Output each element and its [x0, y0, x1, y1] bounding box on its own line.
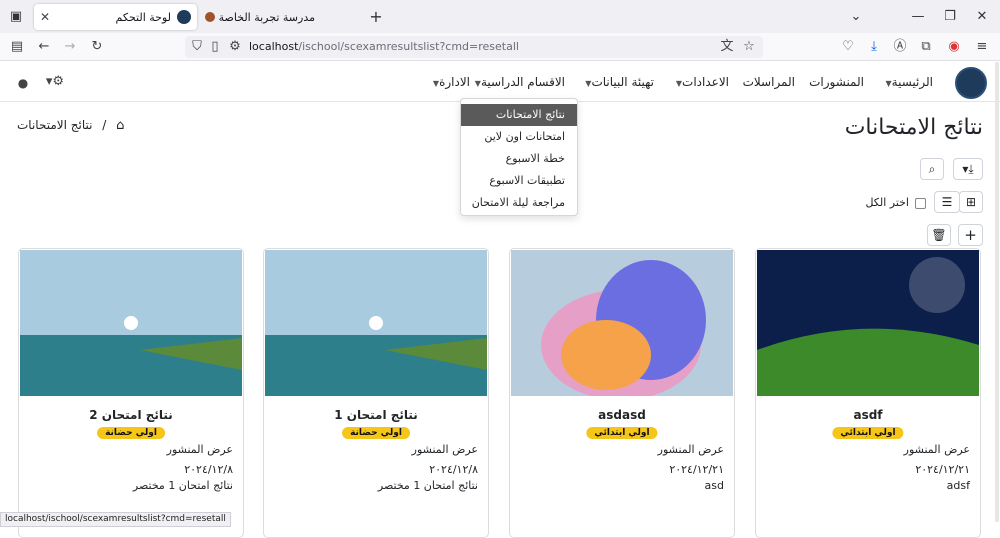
card-description: نتائج امتحان 1 مختصر: [132, 479, 233, 492]
menu-settings[interactable]: الاعدادات▼: [672, 75, 729, 89]
menu-data-setup[interactable]: تهيئة البيانات▼: [581, 75, 654, 89]
permissions-icon[interactable]: ⚙: [227, 39, 243, 55]
checkbox-icon[interactable]: [915, 197, 926, 209]
card-description: نتائج امتحان 1 مختصر: [377, 479, 478, 492]
tab-title: مدرسة تجربة الخاصة: [218, 10, 315, 24]
search-icon: ⌕: [928, 162, 936, 176]
search-button[interactable]: ⌕: [920, 158, 944, 180]
view-post-link[interactable]: عرض المنشور: [658, 443, 724, 456]
table-view-icon: ☰: [941, 195, 953, 209]
tab-title: لوحة التحكم: [115, 10, 171, 24]
close-tab-icon[interactable]: ✕: [40, 10, 50, 24]
home-icon[interactable]: ⌂: [116, 118, 124, 133]
card-title[interactable]: asdf: [756, 408, 980, 422]
minimize-icon[interactable]: —: [910, 9, 926, 25]
menu-posts[interactable]: المنشورات: [809, 75, 864, 89]
departments-dropdown: نتائج الامتحانات امتحانات اون لاين خطة ا…: [460, 98, 578, 216]
site-header: ● ▾⚙ الرئيسية▼ المنشورات المراسلات الاعد…: [0, 62, 1000, 102]
dropdown-item-week-apps[interactable]: تطبيقات الاسبوع: [461, 170, 577, 192]
breadcrumb: نتائج الامتحانات / ⌂: [17, 118, 125, 133]
plus-icon: +: [964, 226, 977, 244]
page-title: نتائج الامتحانات: [844, 115, 983, 140]
result-card[interactable]: نتائج امتحان 1 اولي حضانة عرض المنشور ٢٠…: [263, 248, 489, 538]
bookmark-star-icon[interactable]: ☆: [741, 39, 757, 55]
menu-administration[interactable]: الادارة▼: [429, 75, 470, 89]
add-button[interactable]: +: [958, 224, 983, 246]
delete-button[interactable]: 🗑: [927, 224, 951, 246]
site-favicon-icon: [177, 10, 191, 24]
menu-departments[interactable]: الاقسام الدراسية▼: [471, 75, 565, 89]
card-title[interactable]: asdasd: [510, 408, 734, 422]
account-icon[interactable]: Ⓐ: [892, 39, 908, 55]
landscape-image: [757, 250, 979, 396]
url-bar[interactable]: ⛉ ▯ ⚙ localhost/ischool/scexamresultslis…: [185, 36, 763, 58]
card-title[interactable]: نتائج امتحان 2: [19, 408, 243, 422]
view-post-link[interactable]: عرض المنشور: [167, 443, 233, 456]
breadcrumb-current: نتائج الامتحانات: [17, 118, 93, 132]
dropdown-item-exam-results[interactable]: نتائج الامتحانات: [461, 104, 577, 126]
card-title[interactable]: نتائج امتحان 1: [264, 408, 488, 422]
lake-image: [265, 250, 487, 396]
sidebar-icon[interactable]: ▤: [9, 39, 25, 55]
dropdown-item-week-plan[interactable]: خطة الاسبوع: [461, 148, 577, 170]
result-card[interactable]: asdf اولي ابتدائي عرض المنشور ٢٠٢٤/١٢/٢١…: [755, 248, 981, 538]
result-card[interactable]: نتائج امتحان 2 اولي حضانة عرض المنشور ٢٠…: [18, 248, 244, 538]
page-icon[interactable]: ▯: [207, 39, 223, 55]
grid-view-icon: ⊞: [965, 195, 977, 209]
browser-toolbar: ▤ ← → ↻ ⛉ ▯ ⚙ localhost/ischool/scexamre…: [0, 33, 1000, 61]
browser-tab-strip: ▣ ✕ لوحة التحكم مدرسة تجربة الخاصة + ⌄ —…: [0, 0, 1000, 33]
card-date: ٢٠٢٤/١٢/٨: [184, 463, 233, 476]
select-all-checkbox[interactable]: اختر الكل: [865, 196, 926, 209]
pocket-icon[interactable]: ♡: [840, 39, 856, 55]
tab-dashboard[interactable]: ✕ لوحة التحكم: [34, 4, 197, 30]
abstract-image: [511, 250, 733, 396]
grade-badge: اولي ابتدائي: [586, 427, 658, 439]
download-icon[interactable]: ⤓: [866, 39, 882, 55]
card-description: asd: [704, 479, 724, 492]
user-icon[interactable]: ●: [15, 75, 31, 91]
back-icon[interactable]: ←: [36, 39, 52, 55]
view-post-link[interactable]: عرض المنشور: [904, 443, 970, 456]
grade-badge: اولي حضانة: [97, 427, 165, 439]
tab-list-icon[interactable]: ▣: [8, 9, 24, 25]
card-description: adsf: [946, 479, 970, 492]
color-extension-icon[interactable]: ◉: [946, 39, 962, 55]
settings-gear-icon[interactable]: ▾⚙: [42, 74, 68, 90]
grade-badge: اولي ابتدائي: [832, 427, 904, 439]
menu-home[interactable]: الرئيسية▼: [882, 75, 934, 89]
site-favicon-icon: [205, 12, 215, 22]
list-view-button[interactable]: ☰: [934, 191, 960, 213]
forward-icon[interactable]: →: [62, 39, 78, 55]
status-bar: localhost/ischool/scexamresultslist?cmd=…: [0, 512, 231, 527]
result-card[interactable]: asdasd اولي ابتدائي عرض المنشور ٢٠٢٤/١٢/…: [509, 248, 735, 538]
chevron-down-icon[interactable]: ⌄: [848, 9, 864, 25]
select-all-label: اختر الكل: [865, 196, 909, 209]
site-logo[interactable]: [955, 67, 987, 99]
lake-image: [20, 250, 242, 396]
close-window-icon[interactable]: ✕: [974, 9, 990, 25]
translate-icon[interactable]: 文: [719, 39, 735, 55]
tab-school[interactable]: مدرسة تجربة الخاصة: [199, 4, 359, 30]
grade-badge: اولي حضانة: [342, 427, 410, 439]
menu-messages[interactable]: المراسلات: [743, 75, 795, 89]
dropdown-item-online-exams[interactable]: امتحانات اون لاين: [461, 126, 577, 148]
dropdown-item-exam-review[interactable]: مراجعة ليلة الامتحان: [461, 192, 577, 214]
restore-icon[interactable]: ❐: [942, 9, 958, 25]
extensions-icon[interactable]: ⧉: [918, 39, 934, 55]
card-date: ٢٠٢٤/١٢/٢١: [915, 463, 970, 476]
shield-icon[interactable]: ⛉: [189, 39, 205, 55]
reload-icon[interactable]: ↻: [89, 39, 105, 55]
view-post-link[interactable]: عرض المنشور: [412, 443, 478, 456]
download-icon: ▾⤓: [962, 162, 974, 176]
page-scrollbar[interactable]: [995, 62, 999, 522]
url-text: localhost/ischool/scexamresultslist?cmd=…: [249, 40, 519, 53]
card-date: ٢٠٢٤/١٢/٢١: [669, 463, 724, 476]
new-tab-icon[interactable]: +: [368, 9, 384, 25]
trash-icon: 🗑: [931, 228, 947, 242]
menu-icon[interactable]: ≡: [974, 39, 990, 55]
card-date: ٢٠٢٤/١٢/٨: [429, 463, 478, 476]
export-button[interactable]: ▾⤓: [953, 158, 983, 180]
grid-view-button[interactable]: ⊞: [959, 191, 983, 213]
